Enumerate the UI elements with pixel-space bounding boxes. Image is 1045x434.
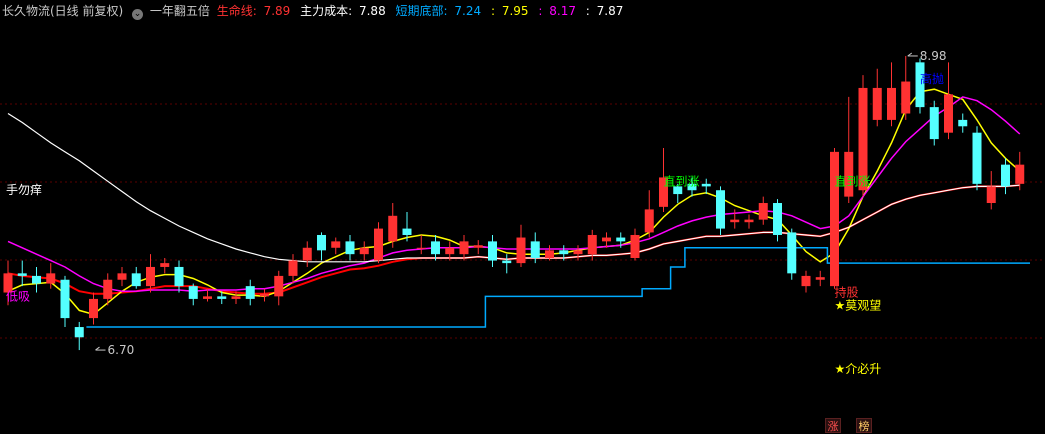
candle-down	[74, 327, 84, 338]
ranking-badge[interactable]: 榜	[856, 418, 872, 433]
candle-down	[402, 228, 412, 235]
chart-annotation: ★介必升	[835, 362, 882, 376]
chart-annotation: 直到涨	[664, 173, 700, 188]
ma-mid-series	[7, 96, 1021, 292]
short-bottom-series	[86, 247, 1030, 328]
candle-down	[60, 279, 70, 319]
main-cost-label: 主力成本:	[300, 4, 353, 18]
stock-name: 长久物流(日线 前复权)	[2, 4, 124, 18]
candle-up	[260, 293, 269, 297]
chart-header: 长久物流(日线 前复权) ⌄ 一年翻五倍 生命线: 7.89 主力成本: 7.8…	[2, 2, 629, 20]
candle-down	[488, 241, 497, 261]
candle-down	[345, 241, 355, 255]
life-line-label: 生命线:	[216, 4, 257, 18]
candle-up	[1015, 164, 1025, 184]
candle-up	[744, 219, 754, 223]
candle-up	[416, 247, 426, 249]
chart-annotation: 手勿痒	[6, 182, 42, 197]
candle-up	[473, 245, 483, 248]
candle-down	[17, 273, 27, 276]
candle-up	[602, 237, 611, 242]
chart-annotation: 高抛	[920, 71, 944, 86]
chevron-down-icon[interactable]: ⌄	[132, 9, 144, 20]
candle-up	[46, 273, 56, 284]
candle-up	[274, 275, 284, 297]
candle-down	[245, 286, 255, 299]
short-bottom-label: 短期底部:	[395, 4, 448, 18]
candle-down	[929, 107, 939, 140]
chart-annotation: 持股	[835, 285, 859, 300]
candle-down	[1001, 164, 1010, 187]
candle-up	[89, 298, 98, 319]
main-cost-value: 7.88	[358, 4, 386, 18]
chart-annotation: 8.98	[920, 49, 947, 63]
candle-up	[146, 266, 155, 287]
candle-down	[958, 119, 968, 127]
limit-up-badge[interactable]: 涨	[825, 418, 841, 433]
candle-up	[901, 81, 911, 114]
candle-up	[359, 247, 369, 255]
candle-down	[502, 260, 512, 264]
life-line-series	[7, 184, 1020, 295]
candle-up	[459, 241, 469, 255]
candle-down	[217, 296, 227, 299]
candle-up	[445, 247, 455, 255]
short-bottom-value-2: 7.95	[501, 4, 529, 18]
candle-up	[388, 215, 398, 242]
candle-up	[374, 228, 383, 261]
short-bottom-value-3: 8.17	[549, 4, 576, 18]
chart-annotation: 低吸	[6, 289, 30, 303]
candle-up	[587, 234, 597, 255]
candle-up	[545, 250, 554, 258]
candle-up	[630, 234, 640, 258]
candle-down	[188, 286, 198, 299]
candle-up	[986, 186, 996, 204]
candle-up	[231, 296, 241, 299]
candle-up	[730, 219, 740, 223]
life-line-value: 7.89	[263, 4, 291, 18]
candle-up	[203, 296, 212, 299]
candle-down	[616, 237, 626, 242]
chart-annotation: ★莫观望	[835, 298, 882, 312]
value-separator: :	[585, 4, 590, 18]
candle-up	[644, 209, 654, 233]
candle-up	[887, 87, 896, 120]
candle-up	[516, 237, 526, 264]
candle-up	[288, 260, 298, 276]
ma-short-series	[7, 88, 1021, 316]
candle-up	[302, 247, 312, 261]
candle-up	[160, 263, 170, 267]
candle-up	[830, 151, 839, 287]
plot-area[interactable]: 手勿痒低吸 6.70 8.98 直到涨 直到涨 高抛持股★莫观望 ★介必升	[0, 0, 1045, 434]
candle-up	[815, 277, 825, 280]
chart-annotation: 6.70	[108, 343, 135, 357]
candle-down	[716, 190, 725, 229]
candle-down	[701, 183, 711, 187]
candle-up	[944, 94, 953, 133]
candle-up	[331, 241, 341, 248]
candle-down	[32, 275, 41, 284]
short-bottom-value-4: 7.87	[596, 4, 624, 18]
stock-chart[interactable]: 手勿痒低吸 6.70 8.98 直到涨 直到涨 高抛持股 ★莫观望 ★介必升 长久物流(日线 …	[0, 0, 1045, 434]
candle-up	[573, 250, 583, 255]
value-separator: :	[538, 4, 543, 18]
short-bottom-value-1: 7.24	[454, 4, 482, 18]
chart-annotation: 直到涨	[835, 173, 871, 188]
candle-down	[131, 273, 141, 287]
candle-down	[431, 241, 440, 255]
candle-up	[117, 273, 127, 280]
candle-down	[174, 266, 184, 287]
candle-down	[773, 203, 782, 235]
candle-up	[103, 279, 113, 299]
candle-up	[801, 275, 811, 287]
candle-down	[972, 132, 982, 184]
value-separator: :	[490, 4, 495, 18]
candle-down	[559, 250, 569, 255]
candle-down	[787, 232, 797, 274]
indicator-name[interactable]: 一年翻五倍	[150, 4, 210, 18]
candle-down	[530, 241, 540, 258]
candle-up	[872, 87, 882, 120]
candle-up	[758, 203, 768, 220]
candle-down	[317, 234, 326, 251]
